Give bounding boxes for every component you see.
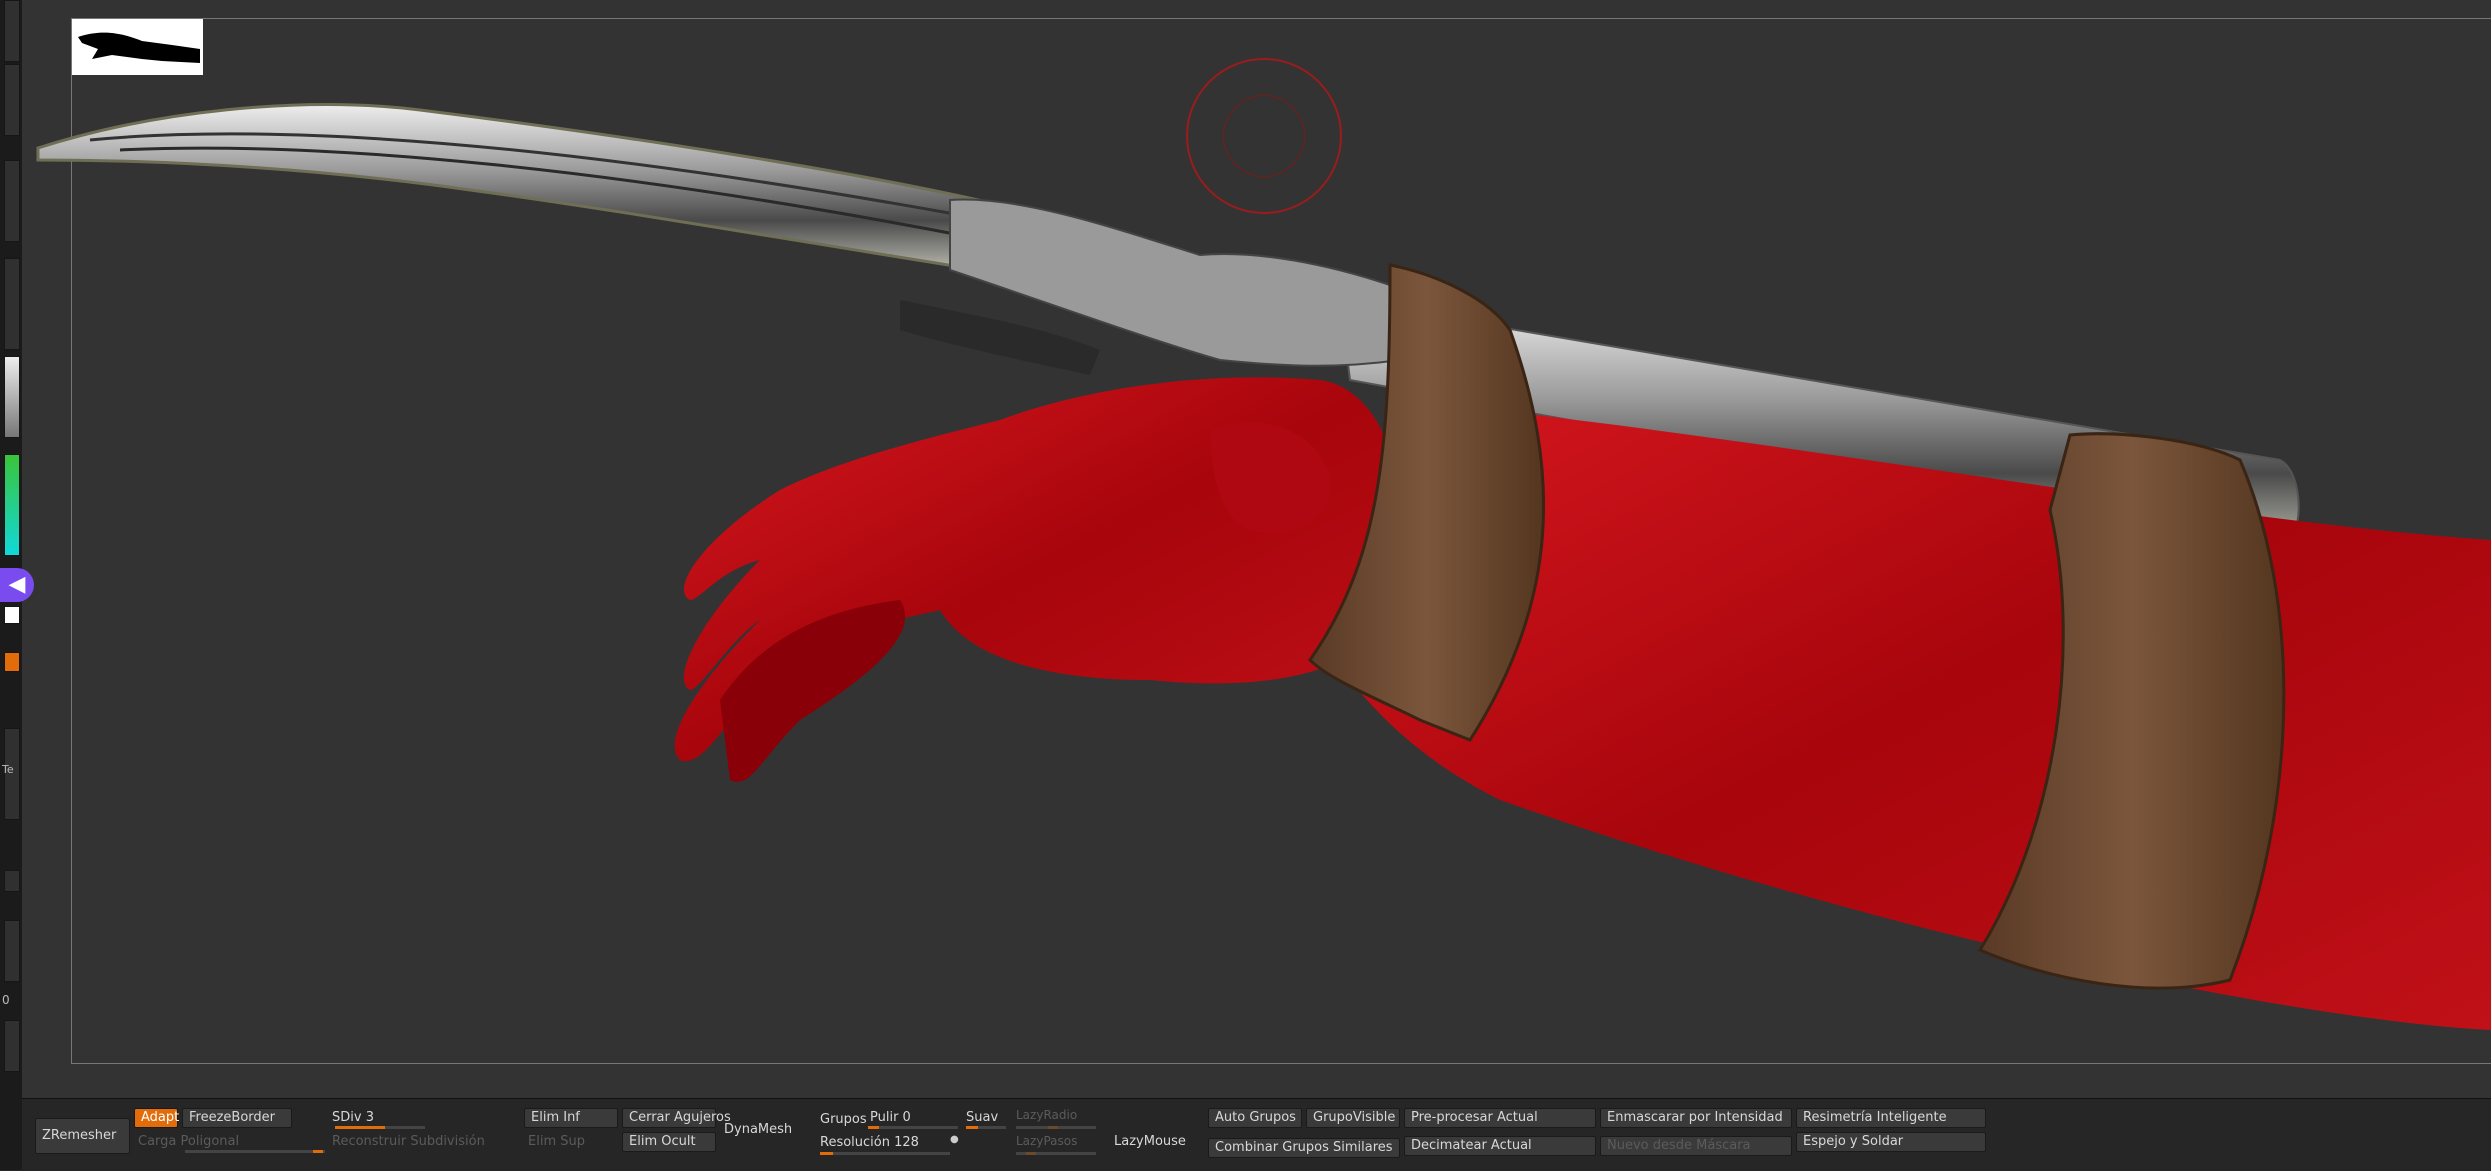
preprocesar-button[interactable]: Pre-procesar Actual bbox=[1404, 1108, 1596, 1128]
brush-cursor-inner bbox=[1223, 95, 1305, 177]
tray-slot[interactable] bbox=[4, 0, 20, 62]
dynamesh-button[interactable]: DynaMesh bbox=[724, 1122, 792, 1137]
tray-slot[interactable] bbox=[4, 258, 20, 350]
secondary-color[interactable] bbox=[4, 652, 20, 672]
decimatear-button[interactable]: Decimatear Actual bbox=[1404, 1136, 1596, 1156]
resimetria-button[interactable]: Resimetría Inteligente bbox=[1796, 1108, 1986, 1128]
resolucion-marker-icon: ● bbox=[950, 1134, 959, 1145]
lazymouse-button[interactable]: LazyMouse bbox=[1114, 1134, 1186, 1149]
main-color[interactable] bbox=[4, 606, 20, 624]
lazy-pasos-slider[interactable]: LazyPasos bbox=[1016, 1134, 1077, 1148]
espejo-soldar-button[interactable]: Espejo y Soldar bbox=[1796, 1132, 1986, 1152]
reconstruir-button[interactable]: Reconstruir Subdivisión bbox=[332, 1134, 485, 1149]
material-swatch[interactable] bbox=[4, 356, 20, 438]
lazy-pasos-track[interactable] bbox=[1016, 1152, 1096, 1155]
resolucion-slider[interactable] bbox=[820, 1152, 950, 1155]
enmascarar-button[interactable]: Enmascarar por Intensidad bbox=[1600, 1108, 1792, 1128]
tray-slot[interactable] bbox=[4, 870, 20, 892]
carga-poligonal-track[interactable] bbox=[185, 1150, 325, 1153]
lazy-radio-track[interactable] bbox=[1016, 1126, 1096, 1129]
suav-slider[interactable] bbox=[966, 1126, 1006, 1129]
elim-inf-button[interactable]: Elim Inf bbox=[524, 1108, 618, 1128]
collapse-tray-button[interactable]: ◀ bbox=[0, 568, 34, 602]
resolucion-label: Resolución 128 bbox=[820, 1135, 919, 1150]
suav-label[interactable]: Suav bbox=[966, 1110, 998, 1125]
tray-label: Te bbox=[2, 763, 14, 776]
elim-sup-button[interactable]: Elim Sup bbox=[528, 1134, 585, 1149]
pulir-label: Pulir 0 bbox=[870, 1110, 911, 1125]
grupo-visible-button[interactable]: GrupoVisible bbox=[1306, 1108, 1400, 1128]
freeze-border-button[interactable]: FreezeBorder bbox=[182, 1108, 292, 1128]
pulir-slider[interactable] bbox=[868, 1126, 958, 1129]
elim-oculto-button[interactable]: Elim Ocult bbox=[622, 1132, 716, 1152]
nuevo-mascara-button[interactable]: Nuevo desde Máscara bbox=[1600, 1136, 1792, 1156]
combinar-grupos-button[interactable]: Combinar Grupos Similares bbox=[1208, 1138, 1400, 1158]
tray-slot[interactable] bbox=[4, 1020, 20, 1072]
sdiv-slider[interactable] bbox=[335, 1126, 425, 1129]
adapt-button[interactable]: Adapt bbox=[134, 1108, 179, 1128]
auto-grupos-button[interactable]: Auto Grupos bbox=[1208, 1108, 1302, 1128]
cerrar-agujeros-button[interactable]: Cerrar Agujeros bbox=[622, 1108, 731, 1128]
tray-slot[interactable] bbox=[4, 920, 20, 982]
tray-slot[interactable] bbox=[4, 160, 20, 242]
carga-poligonal-slider[interactable]: Carga Poligonal bbox=[138, 1134, 239, 1149]
zremesher-button[interactable]: ZRemesher bbox=[35, 1118, 130, 1154]
tray-number: 0 bbox=[2, 993, 10, 1007]
tray-slot[interactable] bbox=[4, 64, 20, 136]
color-picker[interactable] bbox=[4, 454, 20, 556]
sdiv-label: SDiv 3 bbox=[332, 1110, 374, 1125]
grupos-toggle[interactable]: Grupos bbox=[820, 1112, 867, 1127]
lazy-radio-slider[interactable]: LazyRadio bbox=[1016, 1108, 1077, 1122]
